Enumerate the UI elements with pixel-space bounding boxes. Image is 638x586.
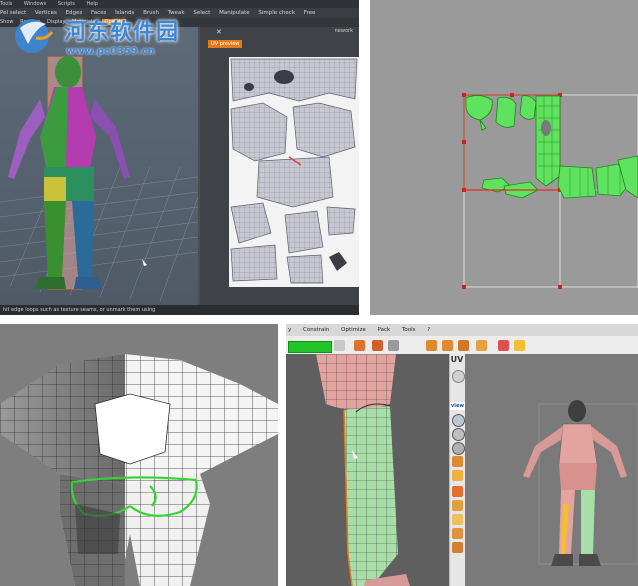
- texture-icon[interactable]: [452, 470, 463, 481]
- uv-label: UV: [450, 355, 464, 364]
- 3d-leg-viewport[interactable]: [286, 354, 449, 586]
- sphere-icon[interactable]: [452, 414, 465, 427]
- wire-sphere-icon[interactable]: [452, 442, 465, 455]
- unfold-icon[interactable]: [354, 340, 365, 351]
- select-checkbox[interactable]: Select: [193, 10, 210, 16]
- status-text: hit edge loops such as texture seams, or…: [3, 307, 156, 313]
- menu-help[interactable]: ?: [425, 327, 430, 333]
- optimize-icon[interactable]: [372, 340, 383, 351]
- uv-preview-panel: ✕ nework UV preview: [200, 27, 359, 305]
- uv-layout-view[interactable]: [370, 0, 638, 315]
- layout-icon[interactable]: [442, 340, 453, 351]
- help-icon[interactable]: [514, 340, 525, 351]
- full-character-render: [523, 400, 638, 566]
- align-icon[interactable]: [476, 340, 487, 351]
- uv-window-icon[interactable]: [452, 370, 465, 383]
- brush-icon[interactable]: [452, 542, 463, 553]
- select-icon[interactable]: [452, 528, 463, 539]
- free-checkbox[interactable]: Free: [304, 10, 316, 16]
- manipulate-checkbox[interactable]: Manipulate: [219, 10, 250, 16]
- cut-icon[interactable]: [452, 500, 463, 511]
- uv-editor-window: Tools Windows Scripts Help Pel select Ve…: [0, 0, 359, 315]
- 3d-viewport[interactable]: [0, 27, 199, 305]
- menu-tools[interactable]: Tools: [0, 1, 12, 7]
- uv-grid-with-islands: [462, 93, 638, 289]
- uv-layout-canvas[interactable]: [229, 57, 359, 287]
- progress-bar: [288, 341, 332, 353]
- watermark-site-name: 河东软件园: [64, 20, 180, 45]
- menu-windows[interactable]: Windows: [24, 1, 46, 7]
- menu-pack[interactable]: Pack: [376, 327, 391, 333]
- uv-preview-tab[interactable]: UV preview: [208, 40, 243, 48]
- network-label: nework: [334, 28, 353, 34]
- leg-mesh-render: [316, 354, 410, 586]
- uv-unwrap-window: y Constrain Optimize Pack Tools ? UV vie…: [286, 324, 638, 586]
- status-bar: hit edge loops such as texture seams, or…: [0, 305, 359, 315]
- simple-check-dropdown[interactable]: Simple check: [258, 10, 295, 16]
- seam-icon[interactable]: [452, 486, 463, 497]
- pack-icon[interactable]: [426, 340, 437, 351]
- weld-icon[interactable]: [452, 514, 463, 525]
- checker-icon[interactable]: [452, 456, 463, 467]
- main-toolbar: [286, 336, 638, 354]
- watermark-url: www.pc0359.cn: [66, 46, 155, 57]
- link-icon[interactable]: [334, 340, 345, 351]
- torso-mesh-render: [0, 324, 278, 586]
- character-torso-viewport[interactable]: [0, 324, 278, 586]
- 3d-character-viewport[interactable]: [465, 354, 638, 586]
- site-logo: [15, 19, 54, 53]
- menu-optimize[interactable]: Optimize: [339, 327, 366, 333]
- menu-constrain[interactable]: Constrain: [301, 327, 329, 333]
- flip-icon[interactable]: [498, 340, 509, 351]
- view-label: view: [450, 402, 465, 410]
- straighten-icon[interactable]: [388, 340, 399, 351]
- menu-y[interactable]: y: [286, 327, 291, 333]
- menu-bar: Tools Windows Scripts Help: [0, 0, 359, 8]
- stack-icon[interactable]: [458, 340, 469, 351]
- close-icon[interactable]: ✕: [216, 28, 222, 36]
- character-model-render: [0, 56, 199, 302]
- menu-help[interactable]: Help: [87, 1, 98, 7]
- menu-scripts[interactable]: Scripts: [58, 1, 75, 7]
- menu-tools[interactable]: Tools: [400, 327, 416, 333]
- grid-sphere-icon[interactable]: [452, 428, 465, 441]
- menu-bar: y Constrain Optimize Pack Tools ?: [286, 324, 638, 336]
- uv-islands: [230, 58, 358, 284]
